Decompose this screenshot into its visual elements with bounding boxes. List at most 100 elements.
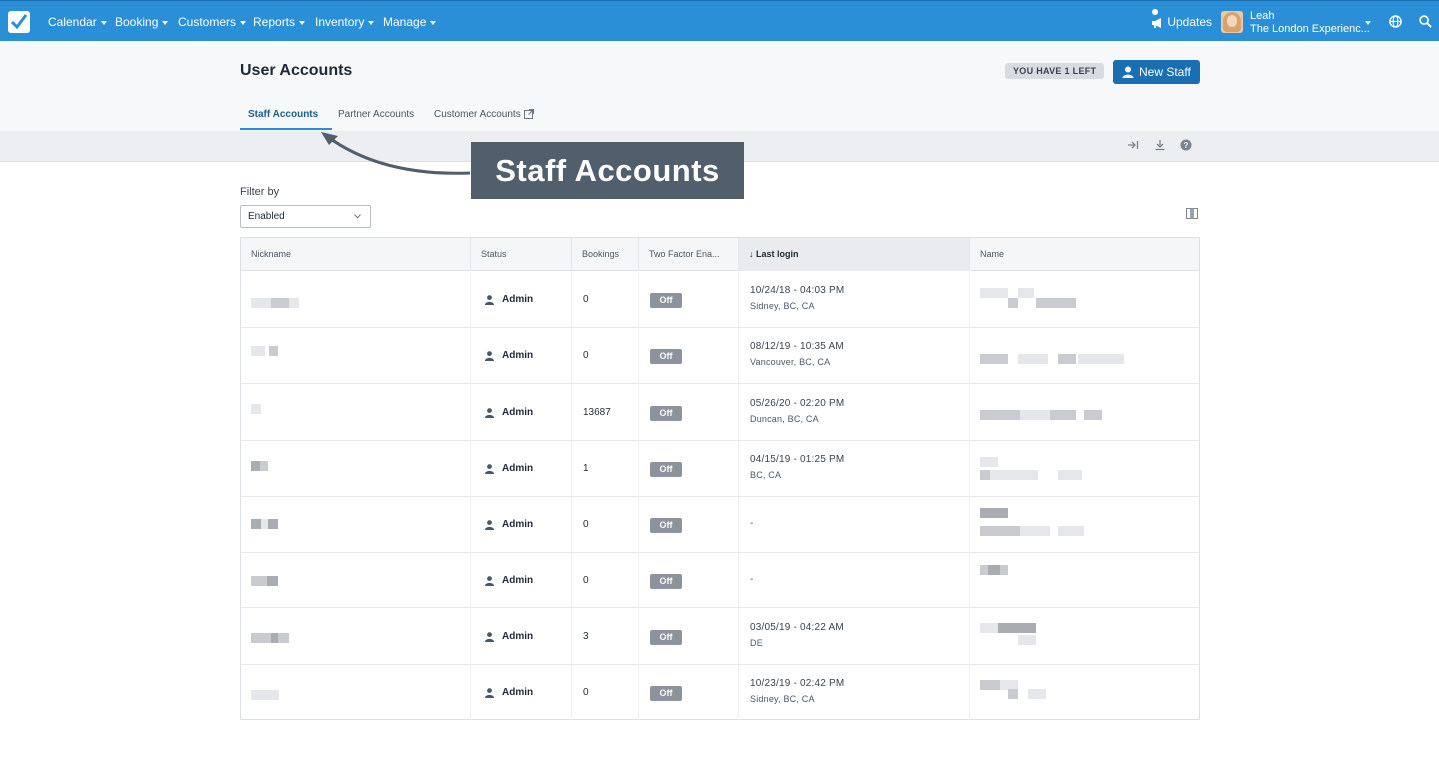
table-row[interactable]: Admin 0 Off 10/23/19 - 02:42 PM Sidney, BC, … bbox=[241, 665, 1199, 720]
cell-last-login: - bbox=[739, 553, 970, 607]
cell-status: Admin bbox=[471, 553, 572, 607]
redacted-block bbox=[251, 346, 265, 356]
table-row[interactable]: Admin 0 Off - bbox=[241, 497, 1199, 553]
caret-down-icon bbox=[240, 20, 247, 25]
redacted-block bbox=[251, 461, 260, 471]
nav-calendar[interactable]: Calendar bbox=[48, 15, 107, 29]
import-icon[interactable] bbox=[1127, 139, 1139, 151]
nav-customers[interactable]: Customers bbox=[178, 15, 247, 29]
user-company[interactable]: The London Experienc... bbox=[1250, 23, 1370, 35]
cell-two-factor: Off bbox=[639, 497, 739, 552]
top-navbar: Calendar Booking Customers Reports Inven… bbox=[0, 0, 1439, 41]
table-row[interactable]: Admin 0 Off 10/24/18 - 04:03 PM Sidney, BC, … bbox=[241, 272, 1199, 328]
tab-partner-accounts[interactable]: Partner Accounts bbox=[338, 109, 414, 120]
redacted-block bbox=[1058, 470, 1082, 480]
tab-staff-accounts[interactable]: Staff Accounts bbox=[248, 109, 318, 120]
app-logo-checkmark-icon[interactable] bbox=[8, 11, 30, 33]
nav-booking[interactable]: Booking bbox=[115, 15, 169, 29]
status-label: Admin bbox=[502, 519, 534, 530]
column-header-bookings[interactable]: Bookings bbox=[572, 238, 639, 271]
notification-dot-icon bbox=[1152, 9, 1158, 15]
table-row[interactable]: Admin 0 Off - bbox=[241, 553, 1199, 608]
columns-toggle-icon[interactable] bbox=[1186, 208, 1198, 219]
user-menu-caret-icon[interactable] bbox=[1365, 21, 1371, 25]
cell-status: Admin bbox=[471, 441, 572, 496]
table-row[interactable]: Admin 3 Off 03/05/19 - 04:22 AM DE bbox=[241, 608, 1199, 665]
callout-annotation: Staff Accounts bbox=[471, 142, 744, 199]
user-name[interactable]: Leah bbox=[1250, 10, 1274, 22]
redacted-block bbox=[1008, 689, 1018, 699]
redacted-block bbox=[267, 576, 278, 586]
redacted-block bbox=[1058, 526, 1084, 536]
cell-last-login: 05/26/20 - 02:20 PM Duncan, BC, CA bbox=[739, 384, 970, 440]
external-link-icon bbox=[523, 109, 534, 119]
help-icon[interactable]: ? bbox=[1180, 139, 1192, 151]
cell-name bbox=[970, 608, 1199, 664]
cell-name bbox=[970, 665, 1199, 720]
table-row[interactable]: Admin 13687 Off 05/26/20 - 02:20 PM Duncan, … bbox=[241, 384, 1199, 441]
download-icon[interactable] bbox=[1154, 139, 1166, 151]
cell-nickname bbox=[241, 553, 471, 607]
status-label: Admin bbox=[502, 463, 534, 474]
column-header-last-login[interactable]: ↓ Last login bbox=[739, 238, 970, 271]
redacted-block bbox=[268, 519, 278, 529]
column-header-two-factor[interactable]: Two Factor Ena... bbox=[639, 238, 739, 271]
cell-two-factor: Off bbox=[639, 272, 739, 327]
sort-down-arrow-icon: ↓ bbox=[749, 249, 757, 259]
last-login-location: Sidney, BC, CA bbox=[750, 301, 815, 311]
status-label: Admin bbox=[502, 407, 534, 418]
cell-last-login: 04/15/19 - 01:25 PM BC, CA bbox=[739, 441, 970, 496]
user-icon bbox=[485, 520, 494, 530]
redacted-block bbox=[261, 519, 268, 529]
status-label: Admin bbox=[502, 631, 534, 642]
table-row[interactable]: Admin 1 Off 04/15/19 - 01:25 PM BC, CA bbox=[241, 441, 1199, 497]
last-login-date: 05/26/20 - 02:20 PM bbox=[750, 398, 845, 409]
caret-down-icon bbox=[299, 20, 306, 25]
cell-two-factor: Off bbox=[639, 553, 739, 607]
user-avatar[interactable] bbox=[1221, 11, 1243, 33]
nav-booking-label: Booking bbox=[115, 15, 159, 29]
redacted-block bbox=[980, 470, 990, 480]
new-staff-button[interactable]: New Staff bbox=[1113, 60, 1200, 84]
cell-two-factor: Off bbox=[639, 384, 739, 440]
redacted-block bbox=[1084, 410, 1102, 420]
user-icon bbox=[485, 408, 494, 418]
redacted-block bbox=[251, 690, 261, 700]
filter-select-value: Enabled bbox=[248, 211, 285, 222]
user-icon bbox=[485, 632, 494, 642]
globe-icon[interactable] bbox=[1389, 15, 1402, 28]
redacted-block bbox=[271, 633, 278, 643]
cell-two-factor: Off bbox=[639, 608, 739, 664]
svg-text:?: ? bbox=[1184, 141, 1189, 150]
updates-button[interactable]: Updates bbox=[1151, 9, 1212, 29]
tab-customer-accounts[interactable]: Customer Accounts bbox=[434, 109, 534, 120]
redacted-block bbox=[261, 690, 279, 700]
redacted-block bbox=[251, 633, 271, 643]
table-header: Nickname Status Bookings Two Factor Ena.… bbox=[241, 238, 1199, 271]
bookings-count: 0 bbox=[583, 294, 589, 305]
redacted-block bbox=[289, 298, 299, 308]
redacted-block bbox=[1058, 354, 1076, 364]
column-header-status[interactable]: Status bbox=[471, 238, 572, 271]
cell-two-factor: Off bbox=[639, 441, 739, 496]
user-icon bbox=[485, 351, 494, 361]
two-factor-status-badge: Off bbox=[650, 462, 682, 477]
redacted-block bbox=[1028, 689, 1046, 699]
cell-bookings: 1 bbox=[572, 441, 639, 496]
table-row[interactable]: Admin 0 Off 08/12/19 - 10:35 AM Vancouver, B… bbox=[241, 328, 1199, 384]
cell-bookings: 3 bbox=[572, 608, 639, 664]
filter-select[interactable]: Enabled bbox=[240, 205, 371, 228]
column-header-nickname[interactable]: Nickname bbox=[241, 238, 471, 271]
redacted-block bbox=[1018, 635, 1036, 645]
redacted-block bbox=[251, 576, 267, 586]
callout-arrow-icon bbox=[321, 132, 471, 175]
nav-reports[interactable]: Reports bbox=[253, 15, 306, 29]
status-label: Admin bbox=[502, 687, 534, 698]
nav-manage[interactable]: Manage bbox=[383, 15, 437, 29]
cell-two-factor: Off bbox=[639, 328, 739, 383]
column-header-name[interactable]: Name bbox=[970, 238, 1199, 271]
nav-inventory[interactable]: Inventory bbox=[315, 15, 375, 29]
nav-customers-label: Customers bbox=[178, 15, 237, 29]
redacted-block bbox=[1020, 526, 1050, 536]
search-icon[interactable] bbox=[1419, 15, 1432, 28]
